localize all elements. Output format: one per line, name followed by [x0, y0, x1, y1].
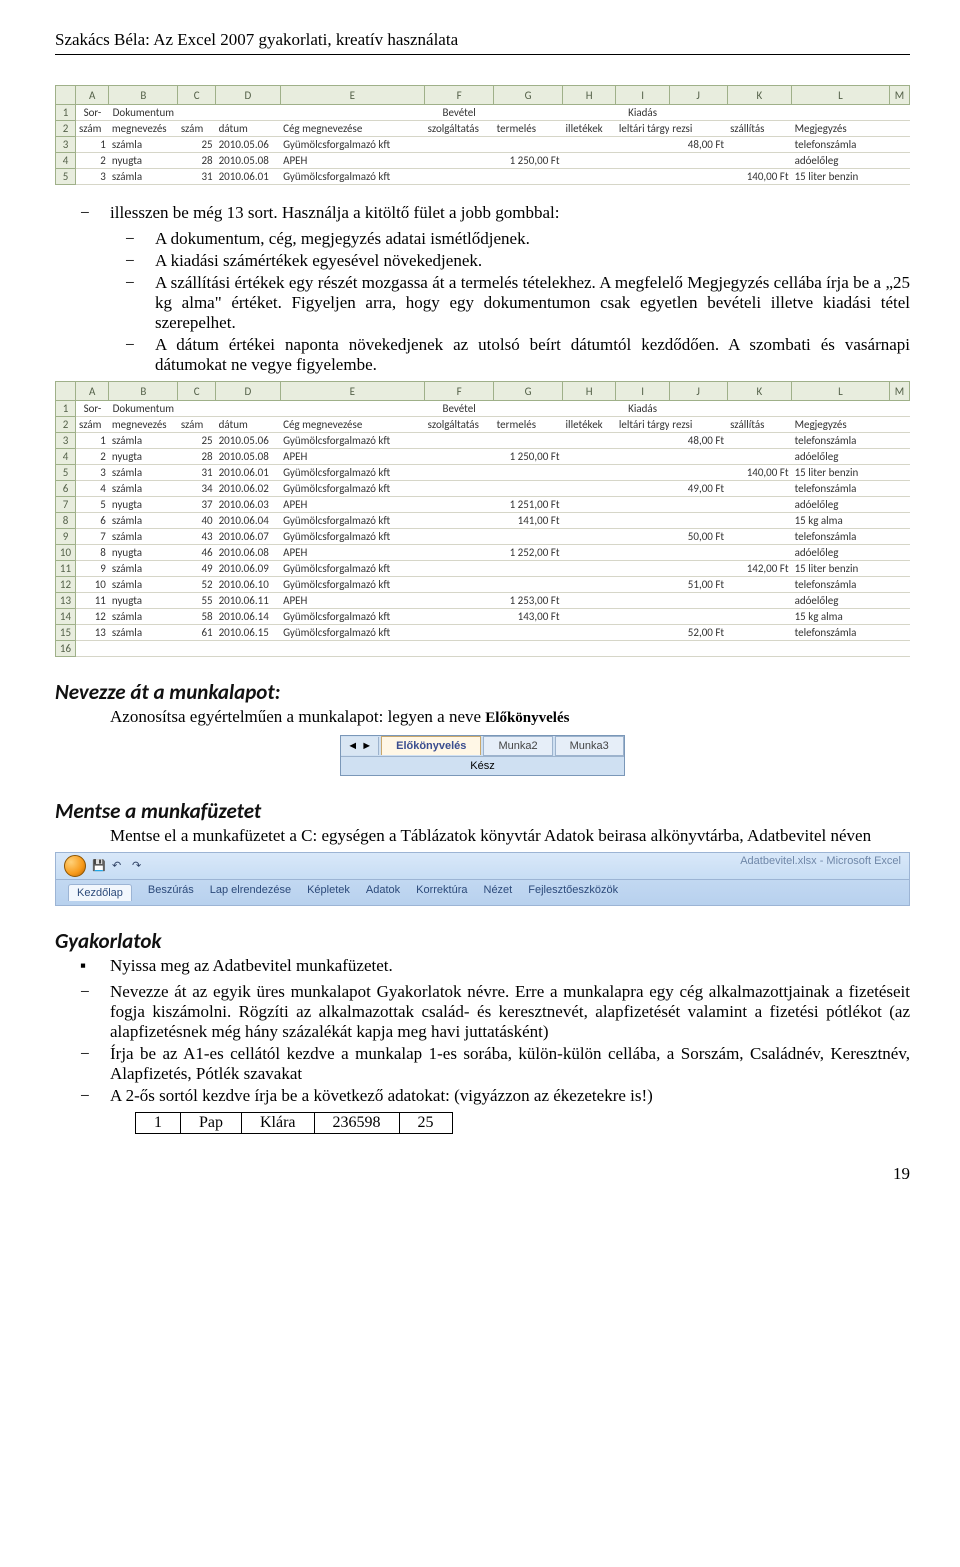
sheet-tab-active[interactable]: Előkönyvelés	[381, 736, 481, 755]
rename-paragraph: Azonosítsa egyértelműen a munkalapot: le…	[55, 707, 910, 727]
screenshot-excel-2: ABCDEFGHIJKLM1Sor-DokumentumBevételKiadá…	[55, 381, 910, 657]
list-item: illesszen be még 13 sort. Használja a ki…	[110, 203, 910, 223]
save-paragraph: Mentse el a munkafüzetet a C: egységen a…	[55, 826, 910, 846]
ribbon-tab[interactable]: Képletek	[307, 884, 350, 901]
window-title: Adatbevitel.xlsx - Microsoft Excel	[740, 855, 901, 877]
screenshot-excel-1: ABCDEFGHIJKLM1Sor-DokumentumBevételKiadá…	[55, 85, 910, 185]
save-icon[interactable]: 💾	[92, 859, 106, 873]
screenshot-ribbon: 💾 ↶ ↷ Adatbevitel.xlsx - Microsoft Excel…	[55, 852, 910, 906]
screenshot-tabs: ◄ ►ElőkönyvelésMunka2Munka3 Kész	[55, 735, 910, 776]
list-item: A 2-ős sortól kezdve írja be a következő…	[110, 1086, 910, 1106]
section-rename-heading: Nevezze át a munkalapot:	[55, 679, 910, 705]
gyakorlatok-list-square: Nyissa meg az Adatbevitel munkafüzetet.	[55, 956, 910, 976]
office-button-icon[interactable]	[64, 855, 86, 877]
ribbon-tab[interactable]: Beszúrás	[148, 884, 194, 901]
ribbon-tab[interactable]: Lap elrendezése	[210, 884, 291, 901]
sheet-nav-buttons[interactable]: ◄ ►	[341, 737, 379, 755]
ribbon-tab[interactable]: Fejlesztőeszközök	[528, 884, 618, 901]
list-item: Nevezze át az egyik üres munkalapot Gyak…	[110, 982, 910, 1042]
list-item: A kiadási számértékek egyesével növekedj…	[155, 251, 910, 271]
instruction-list-1: illesszen be még 13 sort. Használja a ki…	[55, 203, 910, 223]
sheet-tab[interactable]: Munka3	[555, 736, 624, 756]
section-gyakorlatok-heading: Gyakorlatok	[55, 928, 910, 954]
ribbon-tab[interactable]: Adatok	[366, 884, 400, 901]
list-item: A szállítási értékek egy részét mozgassa…	[155, 273, 910, 333]
instruction-sublist-1: A dokumentum, cég, megjegyzés adatai ism…	[55, 229, 910, 375]
statusbar-text: Kész	[341, 756, 623, 775]
undo-icon[interactable]: ↶	[112, 859, 126, 873]
ribbon-tab[interactable]: Nézet	[484, 884, 513, 901]
list-item: Nyissa meg az Adatbevitel munkafüzetet.	[110, 956, 910, 976]
page-header: Szakács Béla: Az Excel 2007 gyakorlati, …	[55, 30, 910, 50]
section-save-heading: Mentse a munkafüzetet	[55, 798, 910, 824]
inline-data-table: 1 Pap Klára 236598 25	[135, 1112, 453, 1134]
ribbon-tab[interactable]: Kezdőlap	[68, 884, 132, 901]
redo-icon[interactable]: ↷	[132, 859, 146, 873]
ribbon-tab[interactable]: Korrektúra	[416, 884, 467, 901]
list-item: A dokumentum, cég, megjegyzés adatai ism…	[155, 229, 910, 249]
header-rule	[55, 54, 910, 55]
page-number: 19	[55, 1164, 910, 1184]
gyakorlatok-list-dash: Nevezze át az egyik üres munkalapot Gyak…	[55, 982, 910, 1106]
sheet-tab[interactable]: Munka2	[483, 736, 552, 756]
list-item: A dátum értékei naponta növekedjenek az …	[155, 335, 910, 375]
list-item: Írja be az A1-es cellától kezdve a munka…	[110, 1044, 910, 1084]
